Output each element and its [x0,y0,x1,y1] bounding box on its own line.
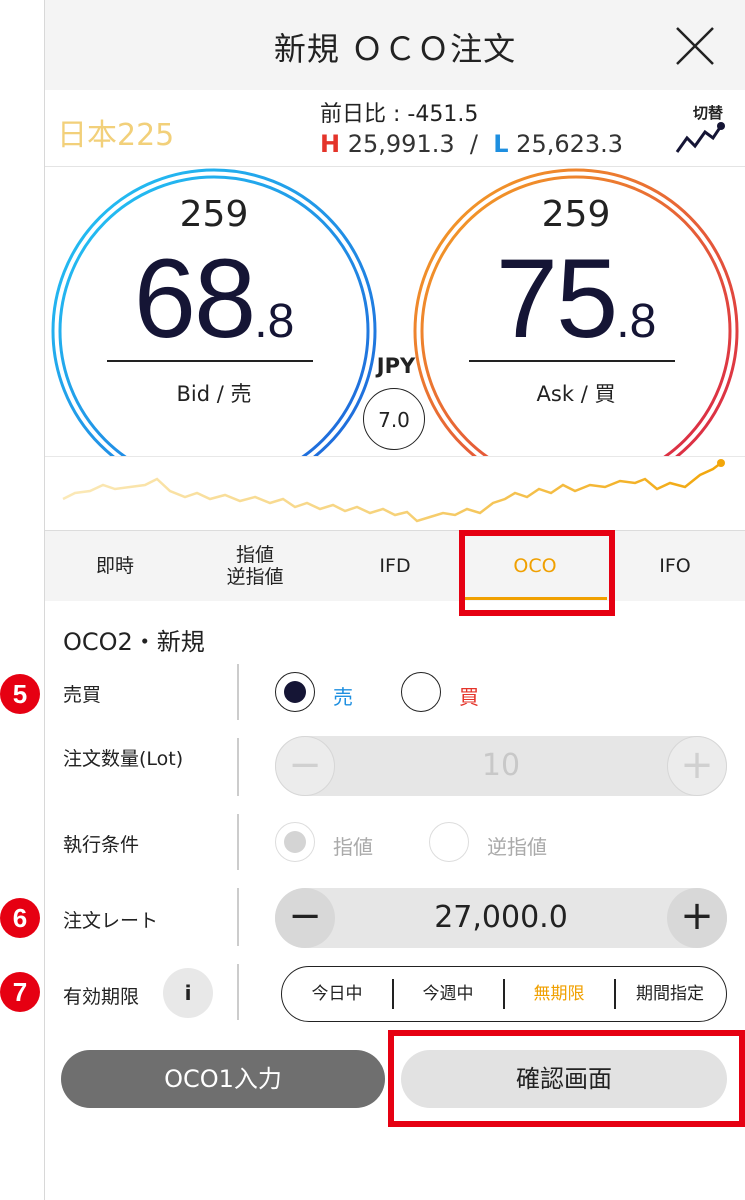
expiry-period[interactable]: 期間指定 [615,967,725,1021]
tab-limit-stop-label: 指値 逆指値 [226,544,283,588]
tab-ifd-label: IFD [379,555,411,577]
tab-ifo[interactable]: IFO [605,531,745,601]
stop-radio[interactable] [429,822,469,862]
row-separator [237,814,239,870]
bid-prefix: 259 [179,194,249,235]
row-separator [237,964,239,1020]
stop-option-label[interactable]: 逆指値 [487,831,547,860]
bid-button[interactable]: 259 68.8 Bid / 売 [49,166,379,456]
buy-radio[interactable] [401,672,441,712]
bid-price: 68.8 [49,234,379,363]
ask-main: 75 [495,236,619,361]
daily-change: 前日比 : -451.5 [320,102,479,127]
low-letter: L [493,130,509,158]
rate-value[interactable]: 27,000.0 [335,888,667,948]
price-panel: 259 68.8 Bid / 売 259 75.8 Ask / 買 JPY 7.… [45,166,745,456]
bid-fraction: .8 [254,295,295,348]
high-low: H 25,991.3 / L 25,623.3 [320,130,623,158]
step-badge-expiry: 7 [0,972,40,1012]
ask-button[interactable]: 259 75.8 Ask / 買 [411,166,741,456]
header: 新規 ＯＣＯ注文 [45,0,745,90]
ask-divider [469,360,675,362]
radio-dot [284,681,306,703]
tab-immediate[interactable]: 即時 [45,531,185,601]
hl-separator: / [469,130,478,158]
spread-value: 7.0 [363,388,425,450]
instrument-name: 日本225 [57,118,175,153]
ask-price: 75.8 [411,234,741,363]
rate-minus-button[interactable]: − [275,888,335,948]
highlight-box-confirm [388,1030,745,1127]
order-screen: 新規 ＯＣＯ注文 日本225 前日比 : -451.5 H 25,991.3 /… [45,0,745,1200]
info-button[interactable]: i [163,968,213,1018]
row-separator [237,888,239,946]
rate-stepper[interactable]: − 27,000.0 + [275,888,727,948]
sell-option-label[interactable]: 売 [333,681,353,710]
step-badge-side: 5 [0,674,40,714]
tab-limit-stop[interactable]: 指値 逆指値 [185,531,325,601]
expiry-unlimited[interactable]: 無期限 [504,967,614,1021]
limit-option-label[interactable]: 指値 [333,831,373,860]
row-separator [237,738,239,796]
quantity-value[interactable]: 10 [335,736,667,796]
row-separator [237,664,239,720]
tab-limit-label: 指値 [235,544,274,566]
bid-divider [107,360,313,362]
quantity-plus-button[interactable]: + [667,736,727,796]
step-badge-rate: 6 [0,898,40,938]
limit-radio[interactable] [275,822,315,862]
bid-main: 68 [133,236,257,361]
tab-ifd[interactable]: IFD [325,531,465,601]
close-icon[interactable] [675,26,715,66]
chart-switch-icon[interactable] [673,120,725,156]
oco1-input-button[interactable]: OCO1入力 [61,1050,385,1108]
form-title: OCO2・新規 [63,628,205,656]
bid-label: Bid / 売 [176,382,252,406]
page-title: 新規 ＯＣＯ注文 [273,30,517,68]
low-value: 25,623.3 [516,130,624,158]
radio-dot [284,831,306,853]
ask-fraction: .8 [616,295,657,348]
high-value: 25,991.3 [347,130,455,158]
tab-stop-label: 逆指値 [226,566,284,588]
sell-radio[interactable] [275,672,315,712]
order-type-tabs: 即時 指値 逆指値 IFD OCO IFO [45,530,745,601]
buy-option-label[interactable]: 買 [459,681,479,710]
rate-plus-button[interactable]: + [667,888,727,948]
sparkline-chart [62,459,725,523]
spread-currency: JPY [376,354,416,378]
execution-label: 執行条件 [63,834,140,856]
highlight-box-oco-tab [459,530,615,616]
ask-label: Ask / 買 [536,382,616,406]
price-sparkline [45,456,745,531]
expiry-today[interactable]: 今日中 [282,967,392,1021]
high-letter: H [320,130,341,158]
expiry-label: 有効期限 [63,986,140,1008]
quantity-minus-button[interactable]: − [275,736,335,796]
tab-immediate-label: 即時 [95,555,134,577]
side-label: 売買 [63,684,102,706]
expiry-selector: 今日中 今週中 無期限 期間指定 [281,966,727,1022]
instrument-bar: 日本225 前日比 : -451.5 H 25,991.3 / L 25,623… [45,90,745,167]
quantity-stepper[interactable]: − 10 + [275,736,727,796]
tab-ifo-label: IFO [659,555,691,577]
quantity-label: 注文数量(Lot) [63,748,184,770]
ask-prefix: 259 [541,194,611,235]
expiry-this-week[interactable]: 今週中 [393,967,503,1021]
rate-label: 注文レート [63,910,159,932]
